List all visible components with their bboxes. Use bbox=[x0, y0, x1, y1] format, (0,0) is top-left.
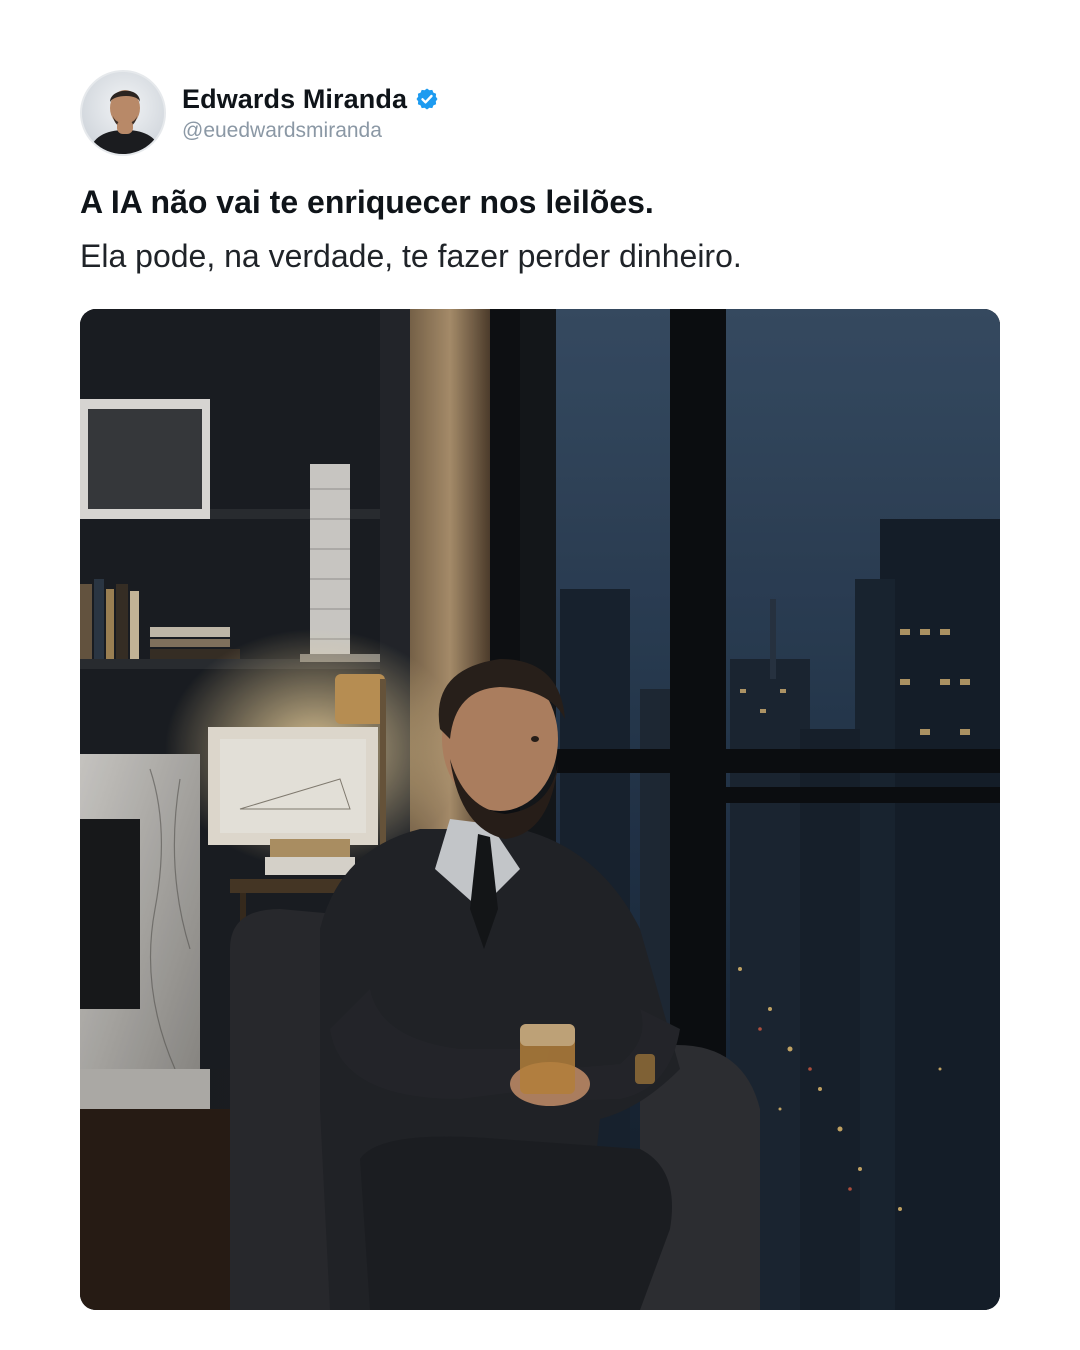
person-avatar-icon bbox=[82, 72, 164, 154]
verified-badge-icon bbox=[416, 88, 438, 110]
author-display-name[interactable]: Edwards Miranda bbox=[182, 84, 407, 115]
name-row: Edwards Miranda bbox=[182, 84, 439, 115]
post-media-photo[interactable] bbox=[80, 309, 1000, 1310]
photo-man-in-suit-by-city-window-icon bbox=[80, 309, 1000, 1310]
post-header: Edwards Miranda @euedwardsmiranda bbox=[80, 70, 439, 156]
post-headline: A IA não vai te enriquecer nos leilões. bbox=[80, 184, 654, 220]
avatar[interactable] bbox=[80, 70, 166, 156]
author-names: Edwards Miranda @euedwardsmiranda bbox=[182, 84, 439, 143]
author-handle[interactable]: @euedwardsmiranda bbox=[182, 119, 439, 143]
post-body-text: Ela pode, na verdade, te fazer perder di… bbox=[80, 238, 742, 274]
